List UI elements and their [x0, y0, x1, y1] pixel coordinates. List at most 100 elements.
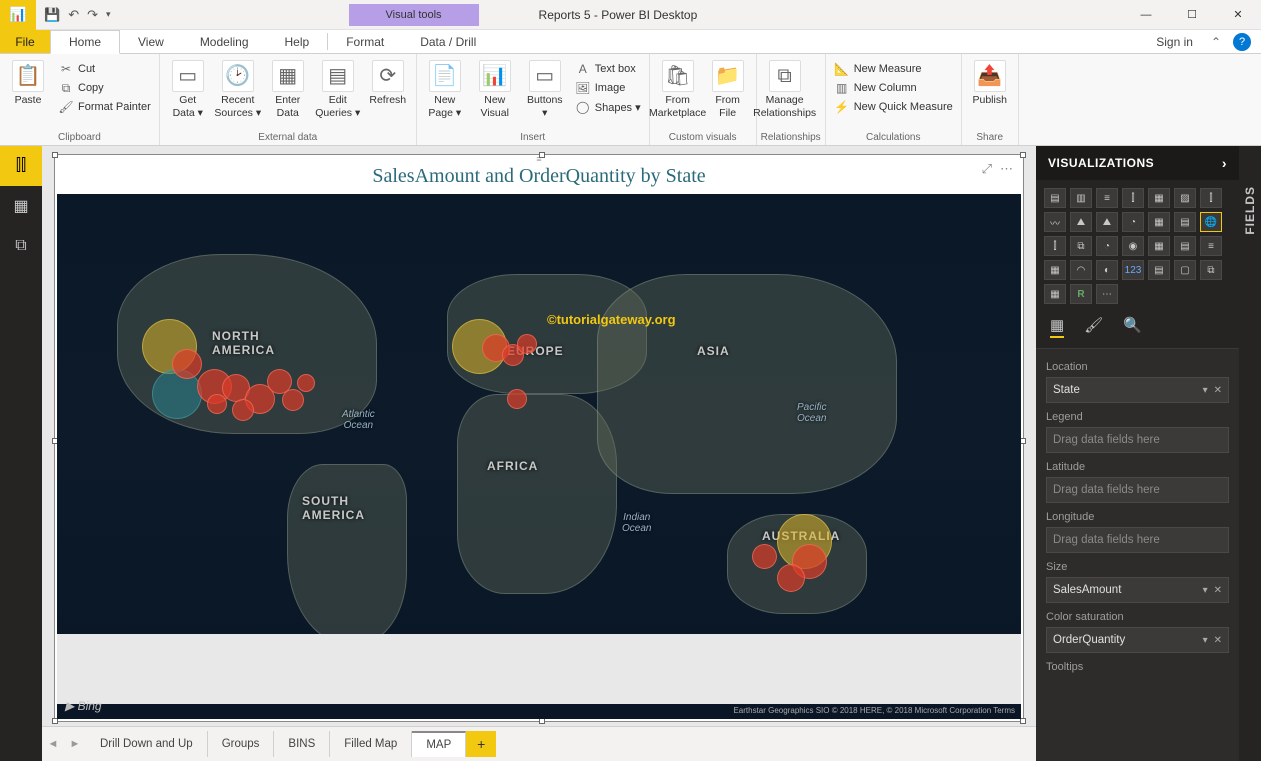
tab-help[interactable]: Help [267, 30, 328, 53]
viz-100-bar-icon[interactable]: ▦ [1148, 188, 1170, 208]
textbox-button[interactable]: AText box [571, 60, 645, 78]
viz-kpi-icon[interactable]: ◠ [1070, 260, 1092, 280]
viz-stacked-column-icon[interactable]: ▥ [1070, 188, 1092, 208]
paste-button[interactable]: 📋Paste [4, 56, 52, 107]
visual-tools-tab[interactable]: Visual tools [349, 4, 479, 26]
field-dropdown-icon[interactable]: ▾ [1203, 635, 1208, 646]
cut-button[interactable]: ✂Cut [54, 60, 155, 78]
format-painter-button[interactable]: 🖌Format Painter [54, 98, 155, 116]
viz-treemap-icon[interactable]: ◔ [1096, 236, 1118, 256]
new-quick-measure-button[interactable]: ⚡New Quick Measure [830, 98, 957, 116]
viz-100-column-icon[interactable]: ▨ [1174, 188, 1196, 208]
viz-stacked-area-icon[interactable]: ⛰ [1070, 212, 1092, 232]
field-dropdown-icon[interactable]: ▾ [1203, 585, 1208, 596]
viz-filled-map-icon[interactable]: ◉ [1122, 236, 1144, 256]
model-view-icon[interactable]: ⧉ [0, 226, 42, 266]
field-remove-icon[interactable]: ✕ [1214, 635, 1222, 646]
report-view-icon[interactable]: ⫿⫿ [0, 146, 42, 186]
close-button[interactable]: ✕ [1215, 0, 1261, 30]
data-bubble[interactable] [207, 394, 227, 414]
viz-custom-icon[interactable]: R [1070, 284, 1092, 304]
viz-matrix-icon[interactable]: ▤ [1148, 260, 1170, 280]
viz-card-icon[interactable]: ≡ [1200, 236, 1222, 256]
data-bubble[interactable] [297, 374, 315, 392]
new-visual-button[interactable]: 📊New Visual [471, 56, 519, 119]
new-column-button[interactable]: ▥New Column [830, 79, 957, 97]
field-remove-icon[interactable]: ✕ [1214, 585, 1222, 596]
help-icon[interactable]: ? [1233, 33, 1251, 51]
more-options-icon[interactable]: ⋯ [1000, 161, 1013, 177]
viz-donut-icon[interactable]: ⧉ [1070, 236, 1092, 256]
viz-pie-icon[interactable]: ⫿ [1044, 236, 1066, 256]
data-bubble[interactable] [232, 399, 254, 421]
copy-button[interactable]: ⧉Copy [54, 79, 155, 97]
map-surface[interactable]: NORTH AMERICA EUROPE ASIA AFRICA SOUTH A… [57, 194, 1021, 719]
fields-tab-icon[interactable]: ▦ [1050, 316, 1064, 338]
viz-py-icon[interactable]: ⧉ [1200, 260, 1222, 280]
viz-r-icon[interactable]: ▢ [1174, 260, 1196, 280]
color-saturation-well[interactable]: OrderQuantity▾✕ [1046, 627, 1229, 653]
undo-icon[interactable]: ↶ [68, 7, 79, 23]
page-tab[interactable]: Drill Down and Up [86, 731, 208, 757]
viz-scatter-icon[interactable]: ▤ [1174, 212, 1196, 232]
page-nav-prev-icon[interactable]: ◄ [42, 738, 64, 750]
page-tab-active[interactable]: MAP [412, 731, 466, 757]
location-well[interactable]: State▾✕ [1046, 377, 1229, 403]
from-marketplace-button[interactable]: 🛍From Marketplace [654, 56, 702, 119]
viz-gauge-icon[interactable]: ▤ [1174, 236, 1196, 256]
tab-data-drill[interactable]: Data / Drill [402, 30, 494, 53]
viz-line-column-icon[interactable]: ⛰ [1096, 212, 1118, 232]
maximize-button[interactable]: ☐ [1169, 0, 1215, 30]
viz-multi-card-icon[interactable]: ▦ [1044, 260, 1066, 280]
viz-table-icon[interactable]: 123 [1122, 260, 1144, 280]
collapse-pane-icon[interactable]: › [1222, 155, 1227, 171]
longitude-well[interactable]: Drag data fields here [1046, 527, 1229, 553]
tab-view[interactable]: View [120, 30, 182, 53]
sign-in-link[interactable]: Sign in [1146, 30, 1203, 53]
get-data-button[interactable]: ▭Get Data ▾ [164, 56, 212, 119]
page-tab[interactable]: Groups [208, 731, 275, 757]
data-view-icon[interactable]: ▦ [0, 186, 42, 226]
viz-stacked-bar-icon[interactable]: ▤ [1044, 188, 1066, 208]
viz-clustered-bar-icon[interactable]: ≡ [1096, 188, 1118, 208]
viz-ribbon-icon[interactable]: ◔ [1122, 212, 1144, 232]
minimize-button[interactable]: — [1123, 0, 1169, 30]
shapes-button[interactable]: ◯Shapes ▾ [571, 98, 645, 116]
add-page-button[interactable]: + [466, 731, 496, 757]
from-file-button[interactable]: 📁From File [704, 56, 752, 119]
field-dropdown-icon[interactable]: ▾ [1203, 385, 1208, 396]
analytics-tab-icon[interactable]: 🔍 [1123, 316, 1142, 338]
page-tab[interactable]: Filled Map [330, 731, 412, 757]
new-measure-button[interactable]: 📐New Measure [830, 60, 957, 78]
viz-map-icon[interactable]: 🌐 [1200, 212, 1222, 232]
image-button[interactable]: 🖼Image [571, 79, 645, 97]
manage-relationships-button[interactable]: ⧉Manage Relationships [761, 56, 809, 119]
tab-modeling[interactable]: Modeling [182, 30, 267, 53]
data-bubble[interactable] [752, 544, 777, 569]
ribbon-collapse-icon[interactable]: ⌃ [1203, 30, 1229, 53]
size-well[interactable]: SalesAmount▾✕ [1046, 577, 1229, 603]
enter-data-button[interactable]: ▦Enter Data [264, 56, 312, 119]
edit-queries-button[interactable]: ▤Edit Queries ▾ [314, 56, 362, 119]
data-bubble[interactable] [777, 564, 805, 592]
viz-funnel-icon[interactable]: ▦ [1148, 236, 1170, 256]
data-bubble[interactable] [172, 349, 202, 379]
fields-pane-collapsed[interactable]: FIELDS [1239, 146, 1261, 761]
viz-line-icon[interactable]: ⫿ [1200, 188, 1222, 208]
viz-clustered-column-icon[interactable]: ⫿ [1122, 188, 1144, 208]
save-icon[interactable]: 💾 [44, 7, 60, 23]
latitude-well[interactable]: Drag data fields here [1046, 477, 1229, 503]
map-visual[interactable]: ⤢ ⋯ SalesAmount and OrderQuantity by Sta… [54, 154, 1024, 722]
viz-arcgis-icon[interactable]: ▦ [1044, 284, 1066, 304]
report-canvas[interactable]: ⤢ ⋯ SalesAmount and OrderQuantity by Sta… [42, 146, 1036, 726]
buttons-button[interactable]: ▭Buttons ▾ [521, 56, 569, 119]
file-menu[interactable]: File [0, 30, 50, 53]
refresh-button[interactable]: ⟳Refresh [364, 56, 412, 107]
publish-button[interactable]: 📤Publish [966, 56, 1014, 107]
format-tab-icon[interactable]: 🖌 [1084, 316, 1103, 338]
data-bubble[interactable] [507, 389, 527, 409]
legend-well[interactable]: Drag data fields here [1046, 427, 1229, 453]
redo-icon[interactable]: ↷ [87, 7, 98, 23]
viz-area-icon[interactable]: 〰 [1044, 212, 1066, 232]
field-remove-icon[interactable]: ✕ [1214, 385, 1222, 396]
